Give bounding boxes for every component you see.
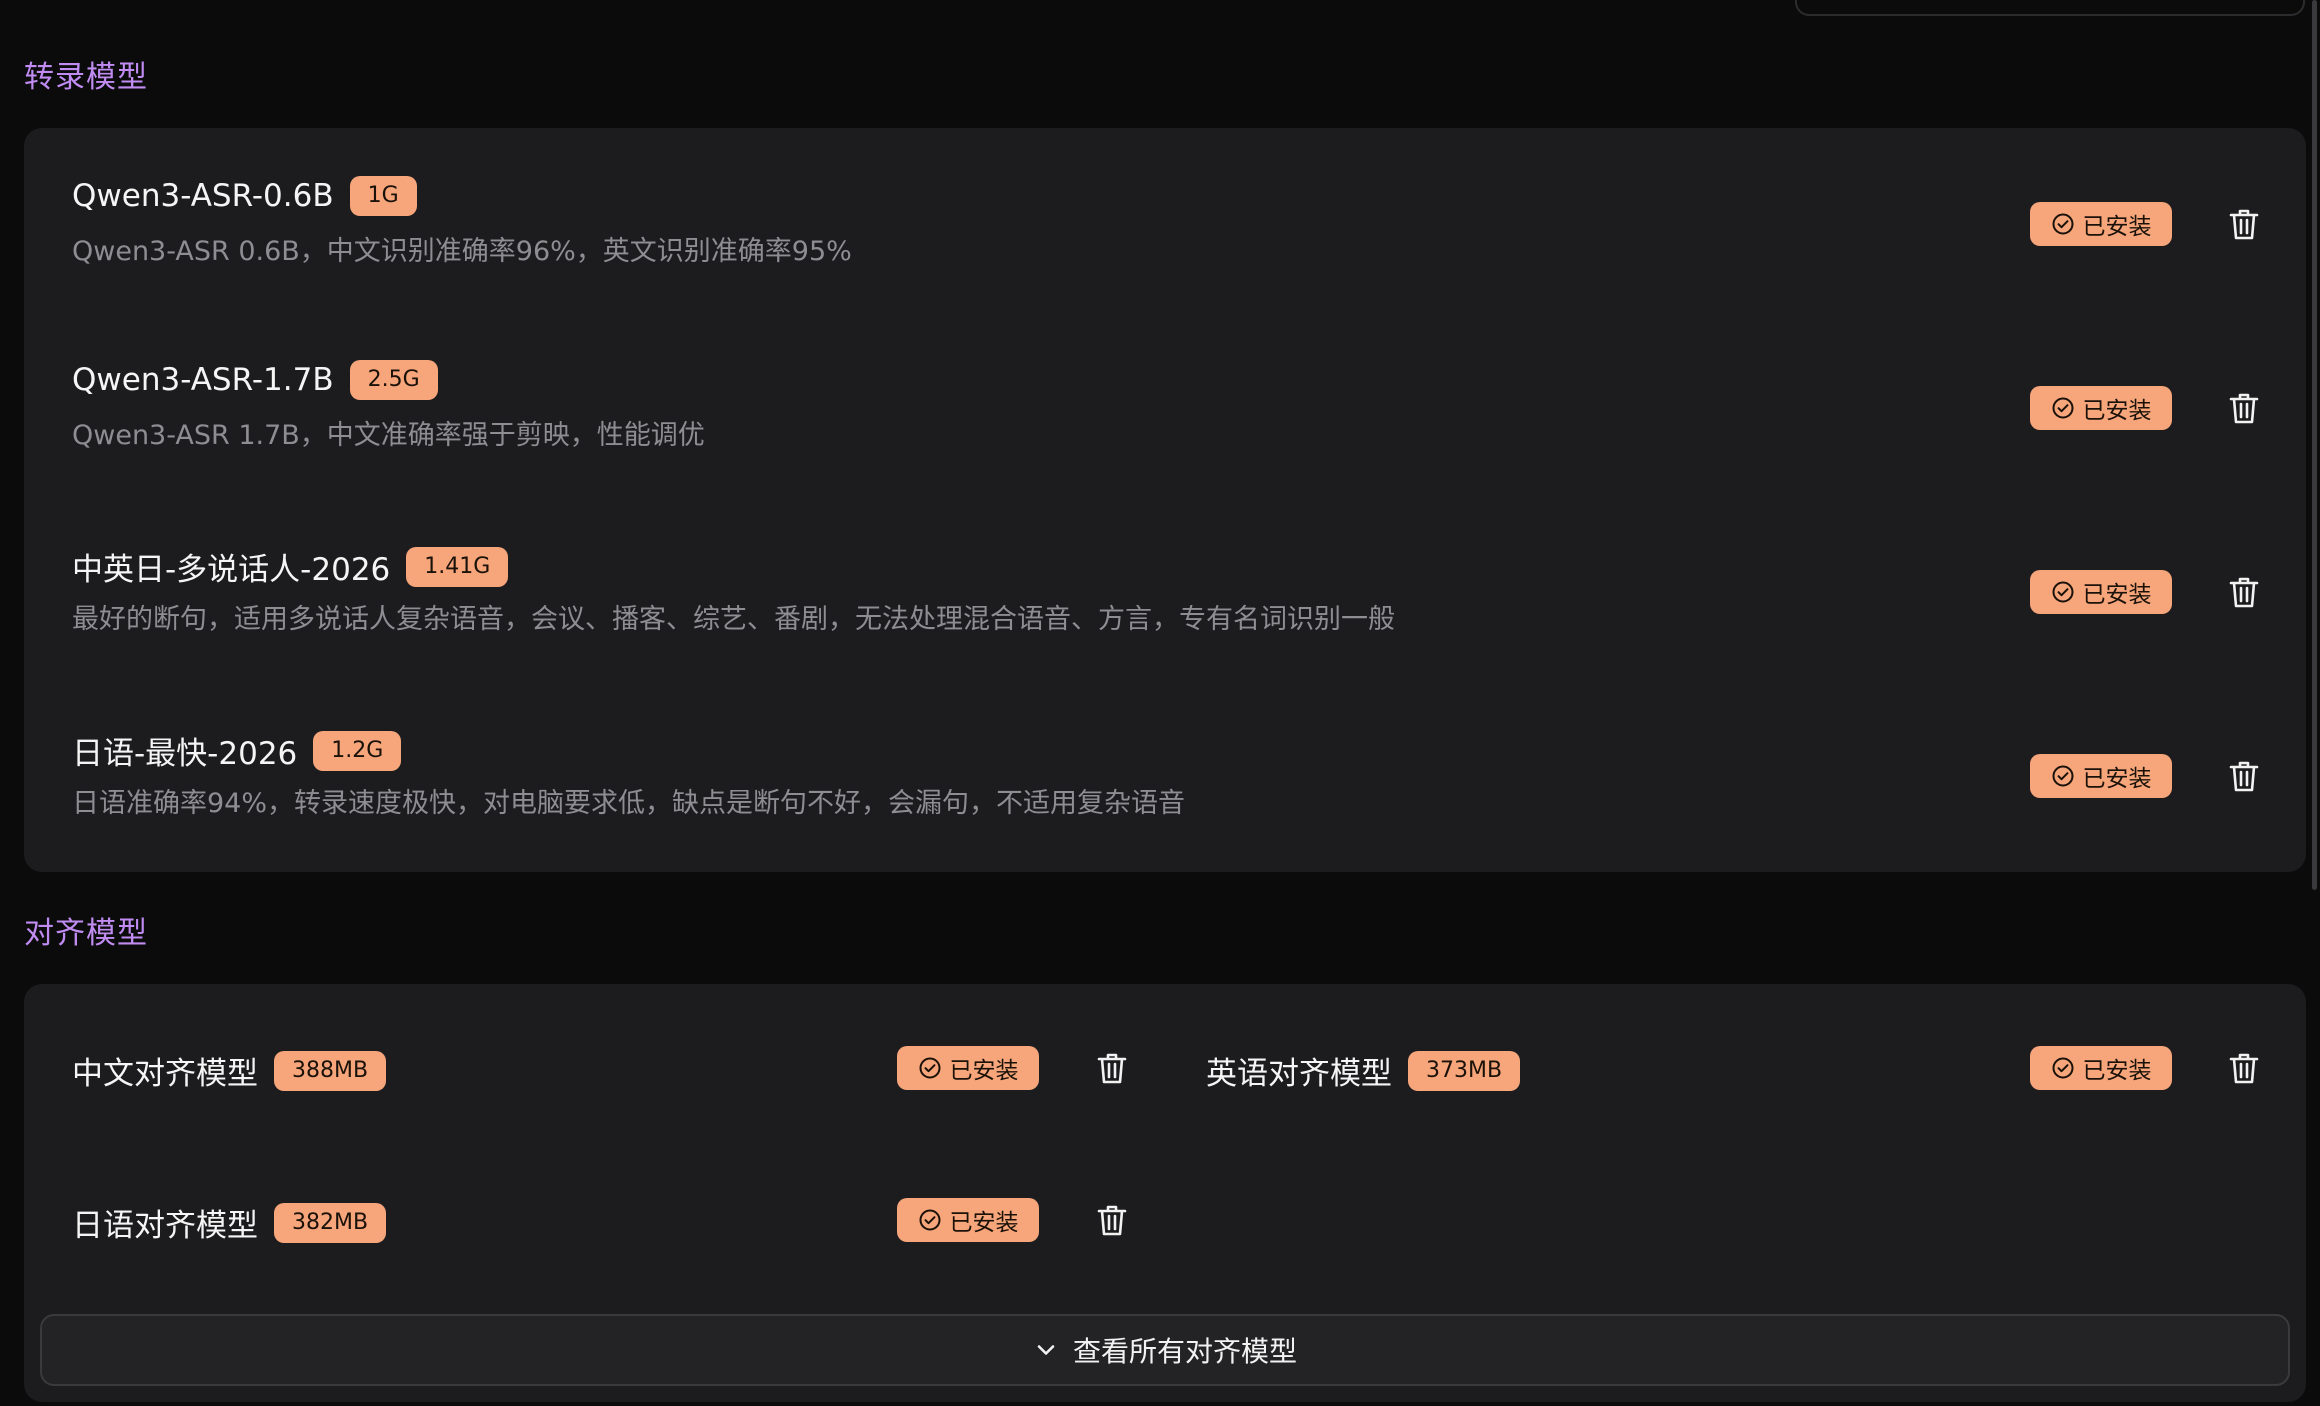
chevron-down-icon — [1037, 1345, 1055, 1355]
trash-icon — [2229, 1053, 2259, 1084]
scrollbar[interactable] — [2306, 0, 2320, 1406]
trash-icon — [2229, 761, 2259, 792]
model-size-badge: 1G — [349, 176, 417, 216]
model-header: 日语-最快-2026 1.2G — [72, 728, 402, 773]
model-name: Qwen3-ASR-1.7B — [72, 362, 334, 398]
model-row: Qwen3-ASR-0.6B 1G Qwen3-ASR 0.6B，中文识别准确率… — [24, 128, 2306, 312]
model-size-badge: 388MB — [274, 1050, 387, 1091]
model-size-badge: 373MB — [1408, 1050, 1521, 1091]
model-header: Qwen3-ASR-0.6B 1G — [72, 176, 417, 216]
scrollbar-thumb[interactable] — [2312, 0, 2317, 890]
delete-model-button[interactable] — [2222, 386, 2266, 430]
transcription-section-title: 转录模型 — [24, 60, 148, 95]
installed-status-badge: 已安装 — [2030, 754, 2172, 798]
status-label: 已安装 — [2082, 1058, 2152, 1084]
view-all-alignment-models-button[interactable]: 查看所有对齐模型 — [40, 1314, 2290, 1386]
model-name: 日语对齐模型 — [72, 1208, 258, 1244]
status-label: 已安装 — [949, 1058, 1019, 1084]
status-label: 已安装 — [2082, 766, 2152, 792]
alignment-section-title: 对齐模型 — [24, 916, 148, 951]
status-label: 已安装 — [2082, 398, 2152, 424]
check-circle-icon — [2052, 397, 2073, 419]
check-circle-icon — [919, 1057, 940, 1079]
model-name: 中文对齐模型 — [72, 1056, 258, 1092]
model-description: 日语准确率94%，转录速度极快，对电脑要求低，缺点是断句不好，会漏句，不适用复杂… — [72, 788, 1186, 819]
view-all-label: 查看所有对齐模型 — [1072, 1335, 1297, 1368]
installed-status-badge: 已安装 — [2030, 386, 2172, 430]
status-label: 已安装 — [2082, 582, 2152, 608]
model-description: Qwen3-ASR 1.7B，中文准确率强于剪映，性能调优 — [72, 420, 705, 451]
model-size-badge: 1.41G — [406, 546, 509, 587]
status-label: 已安装 — [2082, 214, 2152, 240]
model-row: 日语-最快-2026 1.2G 日语准确率94%，转录速度极快，对电脑要求低，缺… — [24, 680, 2306, 864]
model-size-badge: 1.2G — [313, 730, 402, 771]
model-size-badge: 382MB — [274, 1202, 387, 1243]
model-row: 中英日-多说话人-2026 1.41G 最好的断句，适用多说话人复杂语音，会议、… — [24, 496, 2306, 680]
installed-status-badge: 已安装 — [2030, 1046, 2172, 1090]
check-circle-icon — [2052, 765, 2073, 787]
model-name: 英语对齐模型 — [1206, 1056, 1392, 1092]
model-settings-page: 转录模型 Qwen3-ASR-0.6B 1G Qwen3-ASR 0.6B，中文… — [0, 0, 2320, 1406]
top-input-edge[interactable] — [1795, 0, 2305, 16]
model-size-badge: 2.5G — [349, 360, 438, 400]
check-circle-icon — [2052, 213, 2073, 235]
installed-status-badge: 已安装 — [2030, 202, 2172, 246]
trash-icon — [1097, 1205, 1127, 1236]
check-circle-icon — [919, 1209, 940, 1231]
model-header: Qwen3-ASR-1.7B 2.5G — [72, 360, 438, 400]
check-circle-icon — [2052, 581, 2073, 603]
trash-icon — [1097, 1053, 1127, 1084]
delete-model-button[interactable] — [2222, 754, 2266, 798]
delete-model-button[interactable] — [1090, 1198, 1134, 1242]
installed-status-badge: 已安装 — [897, 1046, 1039, 1090]
alignment-models-card: 中文对齐模型 388MB 已安装 英语对齐模型 373MB 已安装 日语对齐模型… — [24, 984, 2306, 1402]
model-description: 最好的断句，适用多说话人复杂语音，会议、播客、综艺、番剧，无法处理混合语音、方言… — [72, 604, 1395, 635]
model-row: Qwen3-ASR-1.7B 2.5G Qwen3-ASR 1.7B，中文准确率… — [24, 312, 2306, 496]
model-name: Qwen3-ASR-0.6B — [72, 178, 334, 214]
model-name: 中英日-多说话人-2026 — [72, 552, 391, 588]
model-description: Qwen3-ASR 0.6B，中文识别准确率96%，英文识别准确率95% — [72, 236, 852, 267]
trash-icon — [2229, 209, 2259, 240]
installed-status-badge: 已安装 — [2030, 570, 2172, 614]
delete-model-button[interactable] — [2222, 202, 2266, 246]
transcription-models-card: Qwen3-ASR-0.6B 1G Qwen3-ASR 0.6B，中文识别准确率… — [24, 128, 2306, 872]
trash-icon — [2229, 577, 2259, 608]
delete-model-button[interactable] — [2222, 570, 2266, 614]
model-header: 英语对齐模型 373MB — [1206, 1048, 1521, 1093]
model-name: 日语-最快-2026 — [72, 736, 298, 772]
status-label: 已安装 — [949, 1210, 1019, 1236]
check-circle-icon — [2052, 1057, 2073, 1079]
delete-model-button[interactable] — [1090, 1046, 1134, 1090]
model-header: 中文对齐模型 388MB — [72, 1048, 387, 1093]
delete-model-button[interactable] — [2222, 1046, 2266, 1090]
model-header: 中英日-多说话人-2026 1.41G — [72, 544, 509, 589]
trash-icon — [2229, 393, 2259, 424]
installed-status-badge: 已安装 — [897, 1198, 1039, 1242]
model-header: 日语对齐模型 382MB — [72, 1200, 387, 1245]
